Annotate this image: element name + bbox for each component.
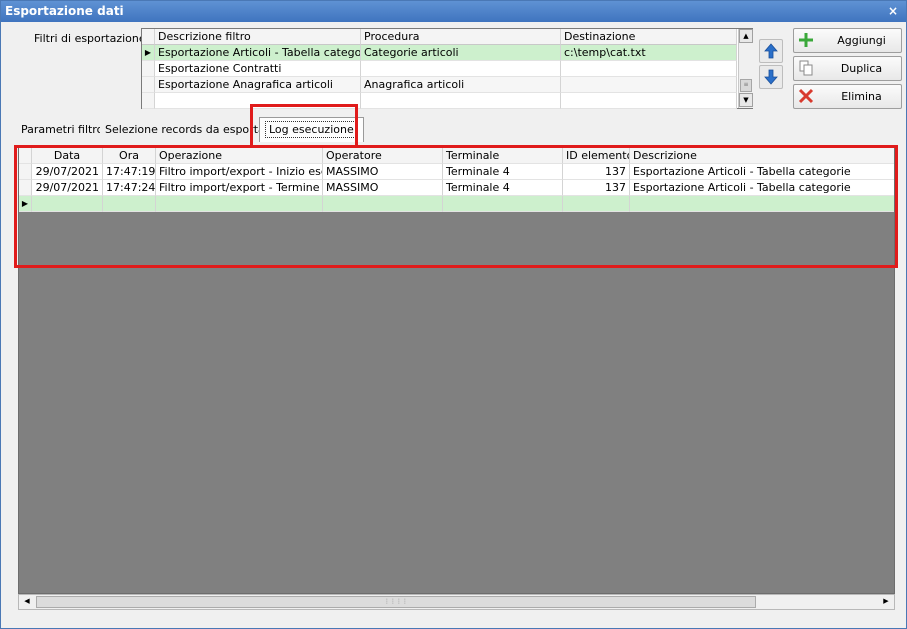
filters-grid[interactable]: Descrizione filtro Procedura Destinazion… <box>141 28 753 109</box>
cell-destinazione[interactable] <box>561 77 737 93</box>
filters-grid-header: Descrizione filtro Procedura Destinazion… <box>142 29 737 45</box>
cell-data[interactable]: 29/07/2021 <box>32 180 103 196</box>
move-down-button[interactable] <box>759 65 783 89</box>
cell-ora[interactable]: 17:47:24 <box>103 180 156 196</box>
log-horizontal-scrollbar[interactable]: ◀ ⋮⋮⋮⋮ ▶ <box>18 594 895 610</box>
cell-data[interactable]: 29/07/2021 <box>32 164 103 180</box>
col-header-operatore[interactable]: Operatore <box>323 148 443 164</box>
tab-selezione-records[interactable]: Selezione records da esportare <box>100 118 281 143</box>
row-indicator-header <box>19 148 32 164</box>
window-titlebar[interactable]: Esportazione dati × <box>1 1 906 22</box>
close-icon[interactable]: × <box>886 1 900 22</box>
cell-descrizione[interactable]: Esportazione Articoli - Tabella categori… <box>155 45 361 61</box>
col-header-id-elemento[interactable]: ID elemento <box>563 148 630 164</box>
arrow-up-icon <box>764 43 778 59</box>
row-indicator <box>142 77 155 93</box>
move-up-button[interactable] <box>759 39 783 63</box>
table-row[interactable]: Esportazione Contratti <box>142 61 737 77</box>
cell-empty[interactable] <box>630 196 894 212</box>
col-header-descrizione[interactable]: Descrizione filtro <box>155 29 361 45</box>
col-header-descrizione[interactable]: Descrizione <box>630 148 894 164</box>
cell-terminale[interactable]: Terminale 4 <box>443 180 563 196</box>
cell-descrizione[interactable]: Esportazione Articoli - Tabella categori… <box>630 164 894 180</box>
log-grid-header: Data Ora Operazione Operatore Terminale … <box>19 148 894 164</box>
cell-empty[interactable] <box>323 196 443 212</box>
cell-descrizione[interactable]: Esportazione Articoli - Tabella categori… <box>630 180 894 196</box>
cell-empty[interactable] <box>361 93 561 109</box>
current-row-indicator-icon: ▶ <box>19 196 32 212</box>
export-data-window: Esportazione dati × Filtri di esportazio… <box>0 0 907 629</box>
cell-empty[interactable] <box>443 196 563 212</box>
table-row[interactable]: ▶ Esportazione Articoli - Tabella catego… <box>142 45 737 61</box>
cell-empty[interactable] <box>103 196 156 212</box>
cell-procedura[interactable]: Anagrafica articoli <box>361 77 561 93</box>
row-indicator <box>142 61 155 77</box>
filters-vertical-scrollbar[interactable]: ▲ ≡ ▼ <box>738 29 753 108</box>
cell-procedura[interactable] <box>361 61 561 77</box>
arrow-down-icon <box>764 69 778 85</box>
cell-descrizione[interactable]: Esportazione Anagrafica articoli <box>155 77 361 93</box>
scroll-thumb[interactable]: ≡ <box>740 79 752 92</box>
col-header-destinazione[interactable]: Destinazione <box>561 29 737 45</box>
table-row[interactable]: Esportazione Anagrafica articoli Anagraf… <box>142 77 737 93</box>
plus-icon <box>799 33 813 47</box>
table-row[interactable]: 29/07/2021 17:47:19 Filtro import/export… <box>19 164 894 180</box>
row-indicator <box>19 164 32 180</box>
col-header-ora[interactable]: Ora <box>103 148 156 164</box>
cell-destinazione[interactable]: c:\temp\cat.txt <box>561 45 737 61</box>
scroll-down-icon[interactable]: ▼ <box>739 93 753 107</box>
table-row-new[interactable]: ▶ <box>19 196 894 212</box>
duplicate-button[interactable]: Duplica <box>793 56 902 81</box>
current-row-indicator-icon: ▶ <box>142 45 155 61</box>
row-indicator <box>142 93 155 109</box>
row-indicator <box>19 180 32 196</box>
tab-label: Selezione records da esportare <box>105 123 276 136</box>
log-grid-panel[interactable]: Data Ora Operazione Operatore Terminale … <box>18 147 895 594</box>
x-icon <box>798 88 814 104</box>
cell-operatore[interactable]: MASSIMO <box>323 164 443 180</box>
cell-empty[interactable] <box>561 93 737 109</box>
tab-parametri-filtro[interactable]: Parametri filtro <box>16 118 110 143</box>
delete-button[interactable]: Elimina <box>793 84 902 109</box>
cell-id-elemento[interactable]: 137 <box>563 164 630 180</box>
cell-descrizione[interactable]: Esportazione Contratti <box>155 61 361 77</box>
scroll-thumb[interactable]: ⋮⋮⋮⋮ <box>36 596 756 608</box>
cell-ora[interactable]: 17:47:19 <box>103 164 156 180</box>
col-header-operazione[interactable]: Operazione <box>156 148 323 164</box>
cell-empty[interactable] <box>155 93 361 109</box>
cell-empty[interactable] <box>156 196 323 212</box>
cell-procedura[interactable]: Categorie articoli <box>361 45 561 61</box>
table-row[interactable]: 29/07/2021 17:47:24 Filtro import/export… <box>19 180 894 196</box>
col-header-terminale[interactable]: Terminale <box>443 148 563 164</box>
tab-log-esecuzione[interactable]: Log esecuzione <box>259 117 364 142</box>
cell-empty[interactable] <box>32 196 103 212</box>
window-title: Esportazione dati <box>5 4 124 18</box>
table-row-empty[interactable] <box>142 93 737 109</box>
cell-empty[interactable] <box>563 196 630 212</box>
cell-terminale[interactable]: Terminale 4 <box>443 164 563 180</box>
add-button-label: Aggiungi <box>837 34 886 47</box>
cell-operazione[interactable]: Filtro import/export - Termine ... <box>156 180 323 196</box>
add-button[interactable]: Aggiungi <box>793 28 902 53</box>
filters-label: Filtri di esportazione : <box>34 32 153 45</box>
col-header-data[interactable]: Data <box>32 148 103 164</box>
scroll-right-icon[interactable]: ▶ <box>879 596 893 608</box>
duplicate-button-label: Duplica <box>840 62 883 75</box>
tab-label: Parametri filtro <box>21 123 104 136</box>
tab-label: Log esecuzione <box>265 121 358 138</box>
col-header-procedura[interactable]: Procedura <box>361 29 561 45</box>
cell-operatore[interactable]: MASSIMO <box>323 180 443 196</box>
scroll-up-icon[interactable]: ▲ <box>739 29 753 43</box>
log-grid[interactable]: Data Ora Operazione Operatore Terminale … <box>19 148 894 212</box>
cell-operazione[interactable]: Filtro import/export - Inizio ese... <box>156 164 323 180</box>
cell-id-elemento[interactable]: 137 <box>563 180 630 196</box>
cell-destinazione[interactable] <box>561 61 737 77</box>
delete-button-label: Elimina <box>841 90 882 103</box>
scroll-left-icon[interactable]: ◀ <box>20 596 34 608</box>
copy-icon <box>799 60 813 76</box>
row-indicator-header <box>142 29 155 45</box>
